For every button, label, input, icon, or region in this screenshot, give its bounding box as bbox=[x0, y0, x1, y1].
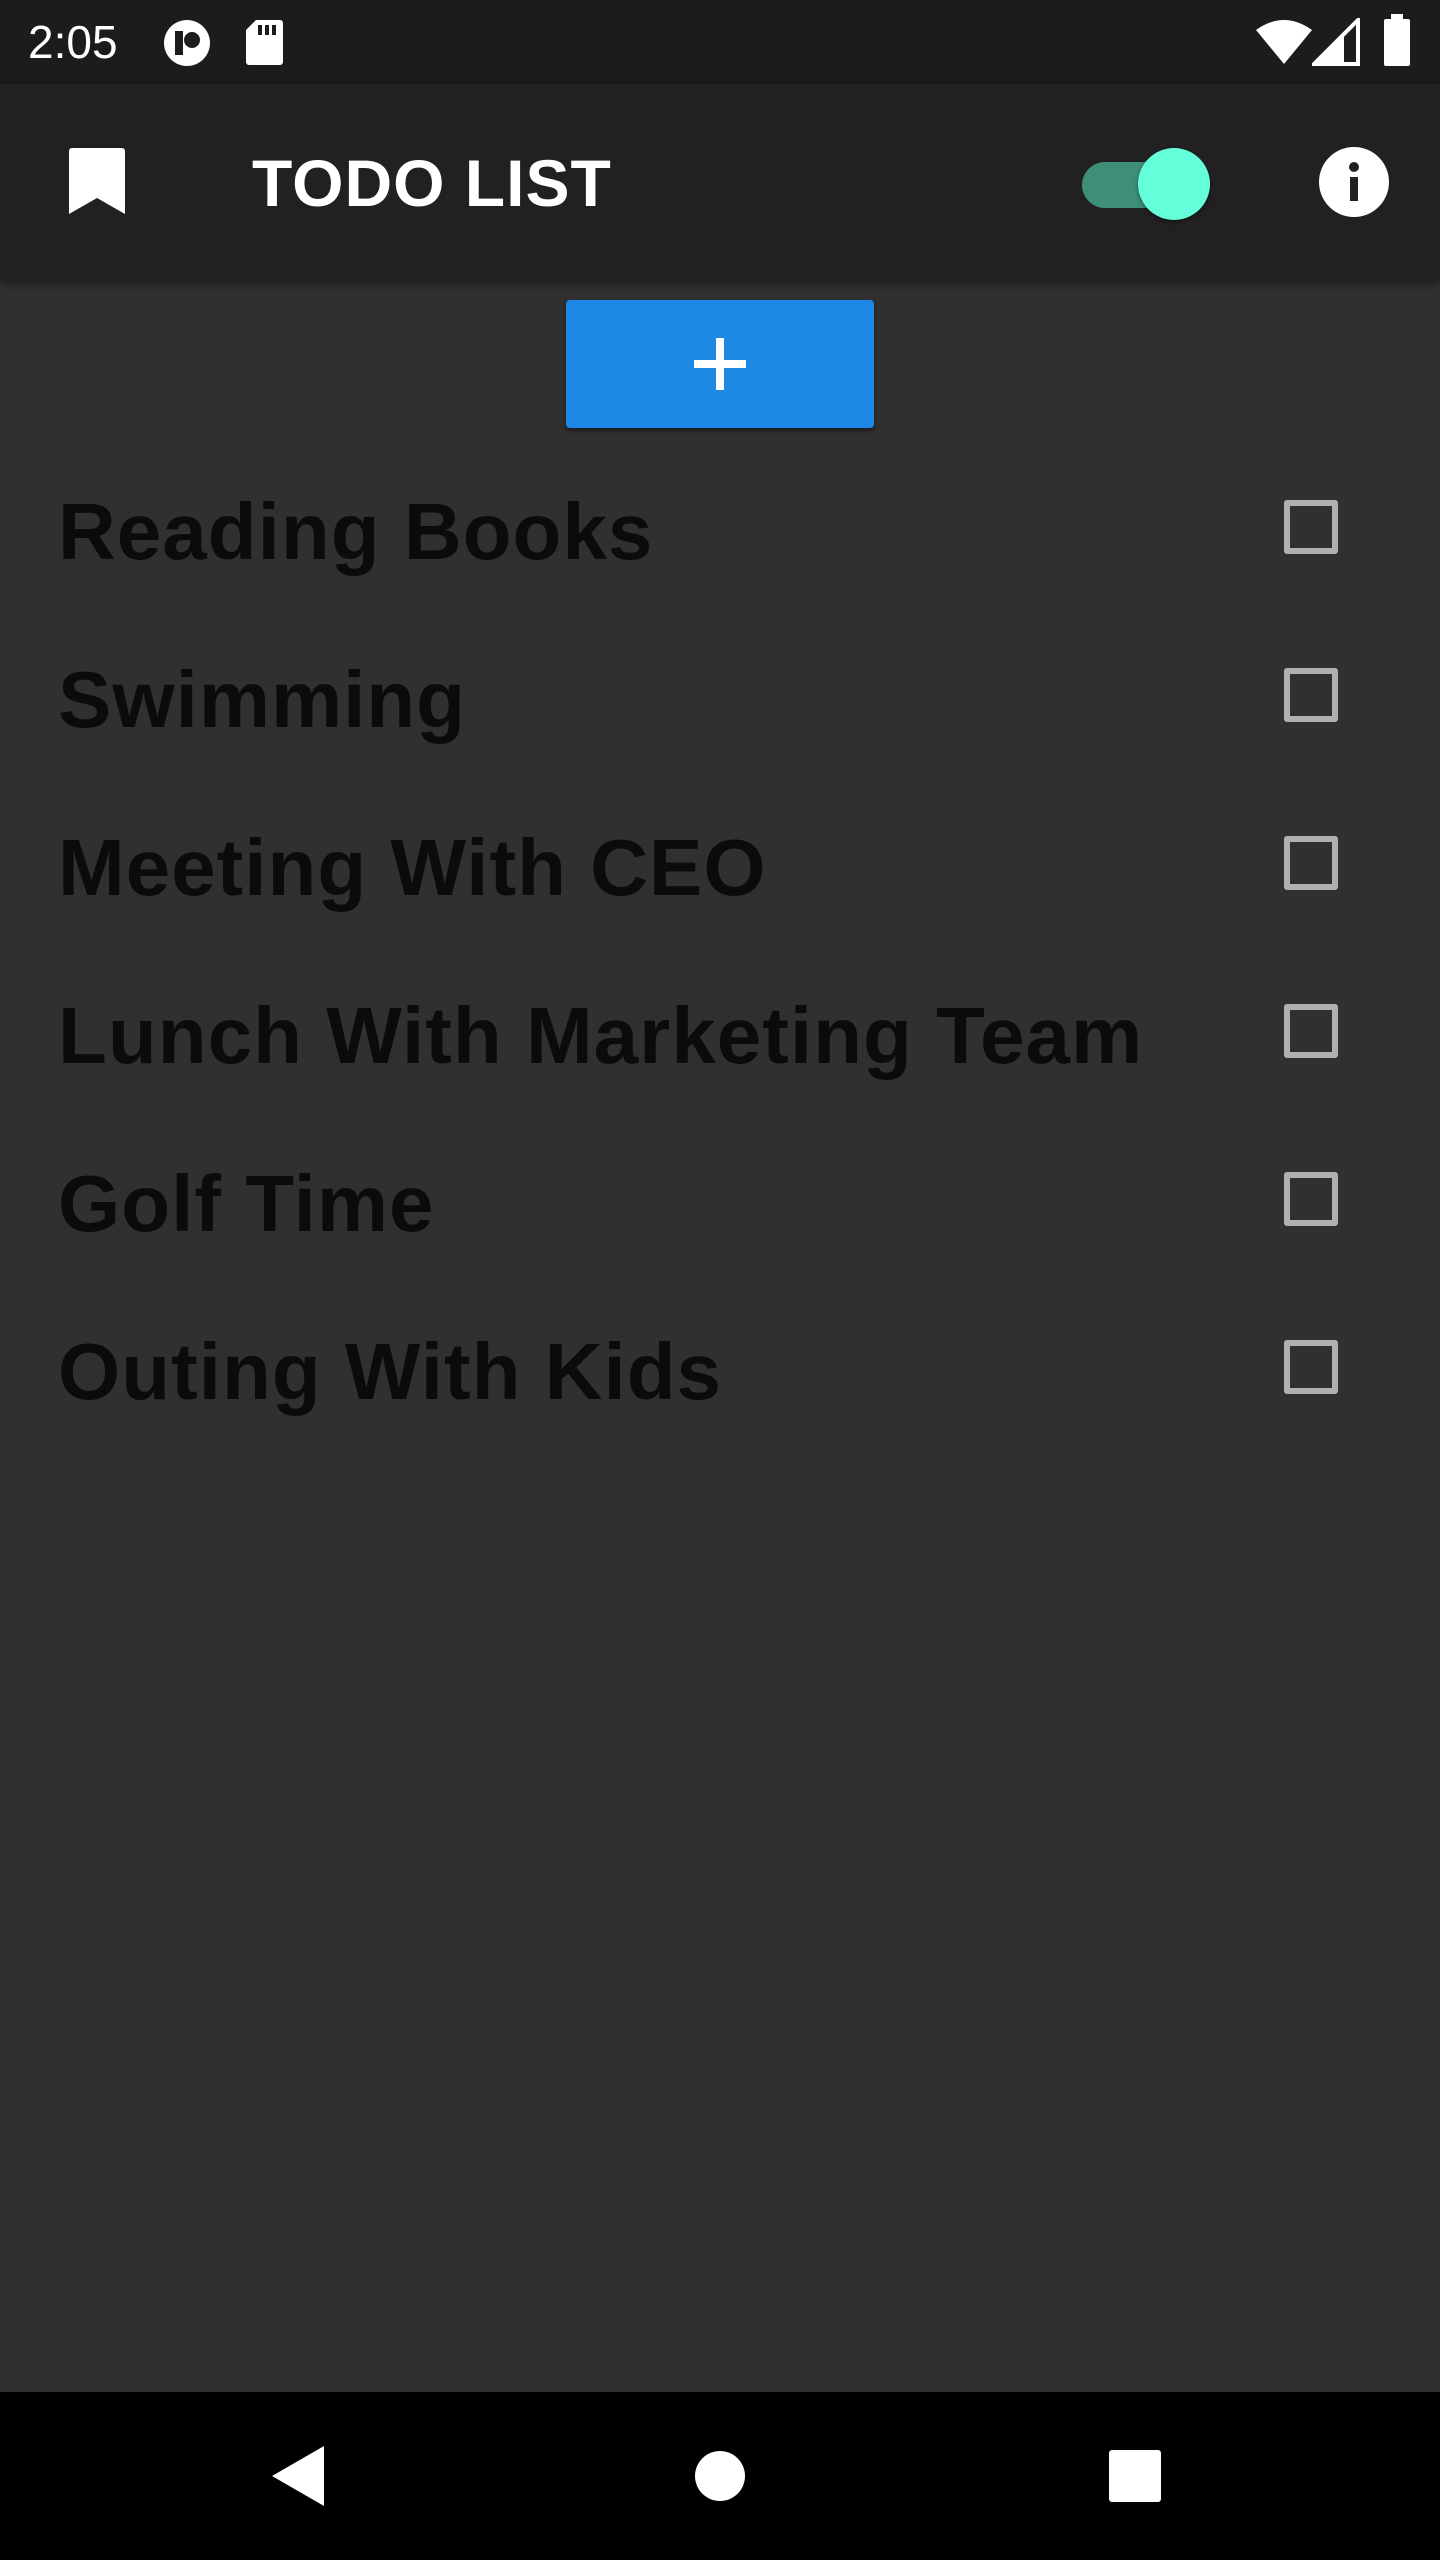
home-icon[interactable] bbox=[672, 2428, 768, 2524]
system-nav-bar bbox=[0, 2392, 1440, 2560]
todo-checkbox[interactable] bbox=[1284, 1004, 1338, 1058]
todo-label: Swimming bbox=[58, 655, 467, 744]
todo-label: Meeting With CEO bbox=[58, 823, 767, 912]
battery-icon bbox=[1384, 14, 1410, 66]
todo-item: Outing With Kids bbox=[0, 1288, 1440, 1456]
notification-app-icon bbox=[164, 20, 210, 66]
todo-checkbox[interactable] bbox=[1284, 668, 1338, 722]
todo-label: Outing With Kids bbox=[58, 1327, 723, 1416]
info-icon[interactable] bbox=[1318, 146, 1390, 218]
sd-card-icon bbox=[246, 20, 283, 65]
back-icon[interactable] bbox=[252, 2428, 348, 2524]
app-bar: TODO LIST bbox=[0, 84, 1440, 280]
wifi-icon bbox=[1256, 20, 1312, 64]
todo-item: Lunch With Marketing Team bbox=[0, 952, 1440, 1120]
todo-item: Meeting With CEO bbox=[0, 784, 1440, 952]
todo-item: Reading Books bbox=[0, 448, 1440, 616]
todo-label: Lunch With Marketing Team bbox=[58, 991, 1144, 1080]
recents-icon[interactable] bbox=[1087, 2428, 1183, 2524]
todo-checkbox[interactable] bbox=[1284, 500, 1338, 554]
page-title: TODO LIST bbox=[252, 146, 612, 220]
todo-label: Reading Books bbox=[58, 487, 654, 576]
todo-item: Golf Time bbox=[0, 1120, 1440, 1288]
todo-label: Golf Time bbox=[58, 1159, 435, 1248]
todo-item: Swimming bbox=[0, 616, 1440, 784]
plus-icon bbox=[694, 338, 746, 390]
status-bar: 2:05 bbox=[0, 0, 1440, 84]
add-todo-button[interactable] bbox=[566, 300, 874, 428]
status-time: 2:05 bbox=[28, 16, 118, 68]
theme-toggle[interactable] bbox=[1076, 144, 1216, 220]
todo-checkbox[interactable] bbox=[1284, 1340, 1338, 1394]
toggle-thumb bbox=[1138, 148, 1210, 220]
todo-checkbox[interactable] bbox=[1284, 1172, 1338, 1226]
cell-signal-icon bbox=[1312, 18, 1360, 66]
bookmark-icon[interactable] bbox=[62, 146, 132, 216]
todo-checkbox[interactable] bbox=[1284, 836, 1338, 890]
todo-list: Reading Books Swimming Meeting With CEO … bbox=[0, 448, 1440, 1456]
